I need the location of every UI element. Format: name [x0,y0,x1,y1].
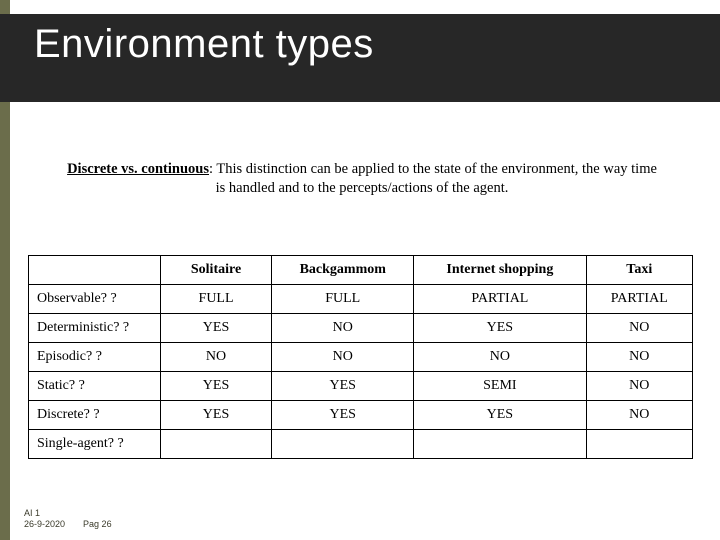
row-label: Single-agent? ? [29,430,161,459]
cell: NO [272,343,414,372]
footer-date: 26-9-2020 [24,519,65,529]
footer-page: Pag 26 [83,519,112,529]
cell: NO [586,372,692,401]
row-label: Discrete? ? [29,401,161,430]
table-header-empty [29,256,161,285]
definition-rest: : This distinction can be applied to the… [209,161,657,196]
cell: PARTIAL [414,285,586,314]
cell [272,430,414,459]
cell [160,430,272,459]
cell [586,430,692,459]
footer-course: AI 1 [24,508,112,519]
cell: FULL [160,285,272,314]
cell: SEMI [414,372,586,401]
slide: Environment types Discrete vs. continuou… [0,0,720,540]
definition-lead: Discrete vs. continuous [67,161,209,177]
table-row: Static? ? YES YES SEMI NO [29,372,693,401]
cell: NO [586,343,692,372]
table-row: Observable? ? FULL FULL PARTIAL PARTIAL [29,285,693,314]
cell: NO [586,401,692,430]
cell: NO [586,314,692,343]
cell: YES [414,401,586,430]
table-col-backgammon: Backgammom [272,256,414,285]
table-col-taxi: Taxi [586,256,692,285]
table-col-internet: Internet shopping [414,256,586,285]
body-text: Discrete vs. continuous: This distinctio… [62,160,662,197]
cell: PARTIAL [586,285,692,314]
row-label: Deterministic? ? [29,314,161,343]
cell: YES [160,314,272,343]
cell: YES [160,401,272,430]
definition-paragraph: Discrete vs. continuous: This distinctio… [62,160,662,197]
footer: AI 1 26-9-2020 Pag 26 [24,508,112,531]
title-band: Environment types [0,14,720,102]
cell: YES [160,372,272,401]
cell: NO [414,343,586,372]
cell: YES [272,401,414,430]
environment-table: Solitaire Backgammom Internet shopping T… [28,255,693,459]
table-row: Single-agent? ? [29,430,693,459]
cell: NO [160,343,272,372]
cell: FULL [272,285,414,314]
row-label: Static? ? [29,372,161,401]
cell [414,430,586,459]
cell: YES [272,372,414,401]
table: Solitaire Backgammom Internet shopping T… [28,255,693,459]
cell: YES [414,314,586,343]
table-header-row: Solitaire Backgammom Internet shopping T… [29,256,693,285]
cell: NO [272,314,414,343]
table-row: Deterministic? ? YES NO YES NO [29,314,693,343]
row-label: Observable? ? [29,285,161,314]
table-row: Discrete? ? YES YES YES NO [29,401,693,430]
table-col-solitaire: Solitaire [160,256,272,285]
page-title: Environment types [34,22,374,67]
row-label: Episodic? ? [29,343,161,372]
table-row: Episodic? ? NO NO NO NO [29,343,693,372]
